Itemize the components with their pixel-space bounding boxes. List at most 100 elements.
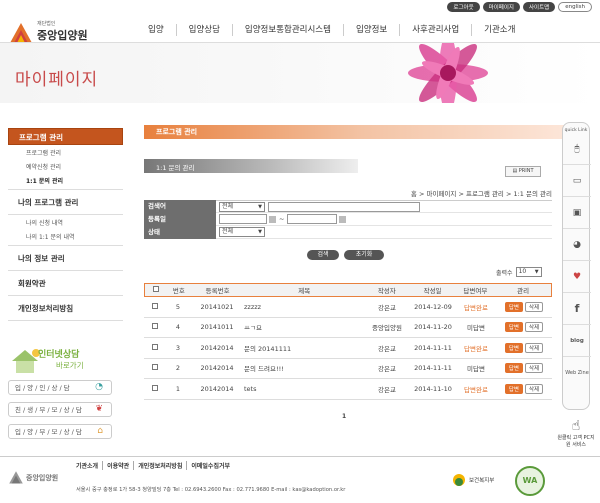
answer-button[interactable]: 답변 [504, 383, 523, 394]
sidebar-item-inquiry[interactable]: 1:1 문의 관리 [8, 173, 123, 190]
quick-link-bar: quick Link 🖰 ▭ ▣ ◕ ♥ f blog Web Zine [562, 122, 591, 410]
nav-about[interactable]: 기관소개 [471, 24, 527, 36]
answer-button[interactable]: 답변 [504, 301, 523, 312]
quick-blog-link[interactable]: blog [563, 325, 591, 357]
row-reg: 20142014 [200, 384, 234, 393]
row-title[interactable]: 문의 드려요!!! [244, 363, 364, 373]
date-from-input[interactable] [219, 214, 267, 224]
answer-button[interactable]: 답변 [504, 342, 523, 353]
row-writer: 강은교 [378, 365, 396, 374]
row-date: 2014-12-09 [414, 302, 452, 311]
sidebar-item-program[interactable]: 프로그램 관리 [8, 145, 123, 159]
nav-aftercare[interactable]: 사후관리사업 [399, 24, 471, 36]
row-checkbox[interactable] [152, 384, 158, 391]
sidebar-my-program[interactable]: 나의 프로그램 관리 [8, 190, 123, 215]
mypage-link[interactable]: 마이페이지 [482, 2, 520, 12]
subsection-title: 1:1 문의 관리 [156, 164, 195, 172]
remote-support-link[interactable]: ☝ 원클릭 고객 PC지원 서비스 [556, 418, 596, 448]
row-title[interactable]: ㅛㄱ요 [244, 322, 364, 332]
nav-adoption[interactable]: 입양 [136, 24, 176, 36]
delete-button[interactable]: 삭제 [525, 342, 544, 353]
rpp-select[interactable]: 10 [515, 267, 542, 277]
row-checkbox[interactable] [152, 343, 158, 350]
search-button[interactable]: 검색 [307, 250, 339, 260]
sidebar-item-my-inquiry[interactable]: 나의 1:1 문의 내역 [8, 229, 123, 246]
status-select[interactable]: 전체 [219, 227, 265, 237]
row-date: 2014-11-10 [414, 384, 452, 393]
footer-logo-mark-icon [9, 471, 23, 484]
keyword-input[interactable] [268, 201, 420, 212]
sidebar-terms[interactable]: 회원약관 [8, 271, 123, 296]
rpp-label: 출력수 [496, 269, 513, 277]
print-button[interactable]: ▤ PRINT [505, 166, 541, 177]
row-title[interactable]: tets [244, 385, 364, 393]
sidebar-my-info[interactable]: 나의 정보 관리 [8, 246, 123, 271]
date-to-input[interactable] [287, 214, 338, 224]
internet-consult-banner[interactable]: 인터넷상담 바로가기 [8, 345, 116, 375]
adoptee-consult-button[interactable]: 입/양/인/상/담 ◔ [8, 380, 112, 395]
flower-image-icon [408, 43, 488, 103]
english-link[interactable]: english [558, 2, 592, 12]
birthparent-consult-button[interactable]: 친/생/부/모/상/담 ❦ [8, 402, 112, 417]
th-writer: 작성자 [377, 287, 396, 295]
row-title[interactable]: zzzzz [244, 303, 364, 311]
house-icon [12, 349, 40, 373]
sidebar-item-reservation[interactable]: 예약신청 관리 [8, 159, 123, 173]
nav-info[interactable]: 입양정보 [342, 24, 399, 36]
row-checkbox[interactable] [152, 364, 158, 371]
pagination-page[interactable]: 1 [342, 413, 346, 420]
nav-system[interactable]: 입양정보통합관리시스템 [231, 24, 343, 36]
row-status: 미답변 [467, 324, 485, 333]
keyword-type-select[interactable]: 전체 [219, 201, 265, 212]
row-writer: 강은교 [378, 344, 396, 353]
table-row: 1 20142014 tets 강은교 2014-11-10 답변완료 답변 삭제 [144, 379, 552, 400]
sitemap-link[interactable]: 사이트맵 [522, 2, 556, 12]
sidebar-privacy[interactable]: 개인정보처리방침 [8, 296, 123, 321]
quick-blog-label: blog [570, 337, 584, 344]
calendar-from-icon[interactable] [269, 215, 276, 223]
quick-webzine-link[interactable]: Web Zine [563, 357, 591, 389]
footer-link-privacy[interactable]: 개인정보처리방침 [133, 461, 186, 470]
quick-monitor-icon[interactable]: ▭ [563, 165, 591, 197]
quick-chart-icon[interactable]: ◕ [563, 229, 591, 261]
reset-button[interactable]: 초기화 [344, 250, 384, 260]
section-bar: 프로그램 관리 [144, 125, 580, 139]
row-no: 5 [175, 302, 181, 311]
delete-button[interactable]: 삭제 [525, 383, 544, 394]
footer-link-email[interactable]: 이메일수집거부 [186, 461, 234, 470]
delete-button[interactable]: 삭제 [525, 363, 544, 374]
utility-nav: 로그아웃 마이페이지 사이트맵 english [447, 2, 592, 12]
print-label: PRINT [518, 168, 534, 174]
footer-link-about[interactable]: 기관소개 [76, 461, 102, 470]
footer-link-terms[interactable]: 이용약관 [102, 461, 133, 470]
remote-support-label: 원클릭 고객 PC지원 서비스 [557, 435, 595, 448]
sidebar-head-program[interactable]: 프로그램 관리 [8, 128, 123, 145]
logout-link[interactable]: 로그아웃 [447, 2, 480, 12]
answer-button[interactable]: 답변 [504, 322, 523, 333]
select-all-checkbox[interactable] [152, 286, 159, 292]
delete-button[interactable]: 삭제 [525, 322, 544, 333]
adoptive-parent-consult-button[interactable]: 입/양/부/모/상/담 ⌂ [8, 424, 112, 439]
nav-consult[interactable]: 입양상담 [175, 24, 232, 36]
quick-facebook-icon[interactable]: f [563, 293, 591, 325]
breadcrumb: 홈 > 마이페이지 > 프로그램 관리 > 1:1 문의 관리 [410, 190, 552, 198]
row-checkbox[interactable] [152, 302, 158, 309]
delete-button[interactable]: 삭제 [525, 301, 544, 312]
quick-mouse-icon[interactable]: 🖰 [563, 133, 591, 165]
row-reg: 20141011 [200, 323, 234, 332]
subsection-bar: 1:1 문의 관리 [144, 159, 358, 173]
calendar-to-icon[interactable] [339, 215, 347, 223]
th-reg: 등록번호 [205, 287, 230, 295]
quick-title: quick Link [564, 128, 588, 133]
row-title[interactable]: 문의 20141111 [244, 343, 364, 353]
row-checkbox[interactable] [152, 323, 158, 330]
row-writer: 중앙입양원 [372, 324, 402, 333]
main-nav: 입양 입양상담 입양정보통합관리시스템 입양정보 사후관리사업 기관소개 [136, 24, 527, 36]
th-status: 답변여부 [463, 287, 488, 295]
table-row: 4 20141011 ㅛㄱ요 중앙입양원 2014-11-20 미답변 답변 삭제 [144, 318, 552, 338]
quick-box-icon[interactable]: ▣ [563, 197, 591, 229]
footer-address: 서울시 중구 충정로 1가 58-3 청양빌딩 7층 Tel : 02.6943… [76, 487, 346, 493]
quick-heart-icon[interactable]: ♥ [563, 261, 591, 293]
answer-button[interactable]: 답변 [504, 363, 523, 374]
sidebar-item-my-apply[interactable]: 나의 신청 내역 [8, 215, 123, 229]
